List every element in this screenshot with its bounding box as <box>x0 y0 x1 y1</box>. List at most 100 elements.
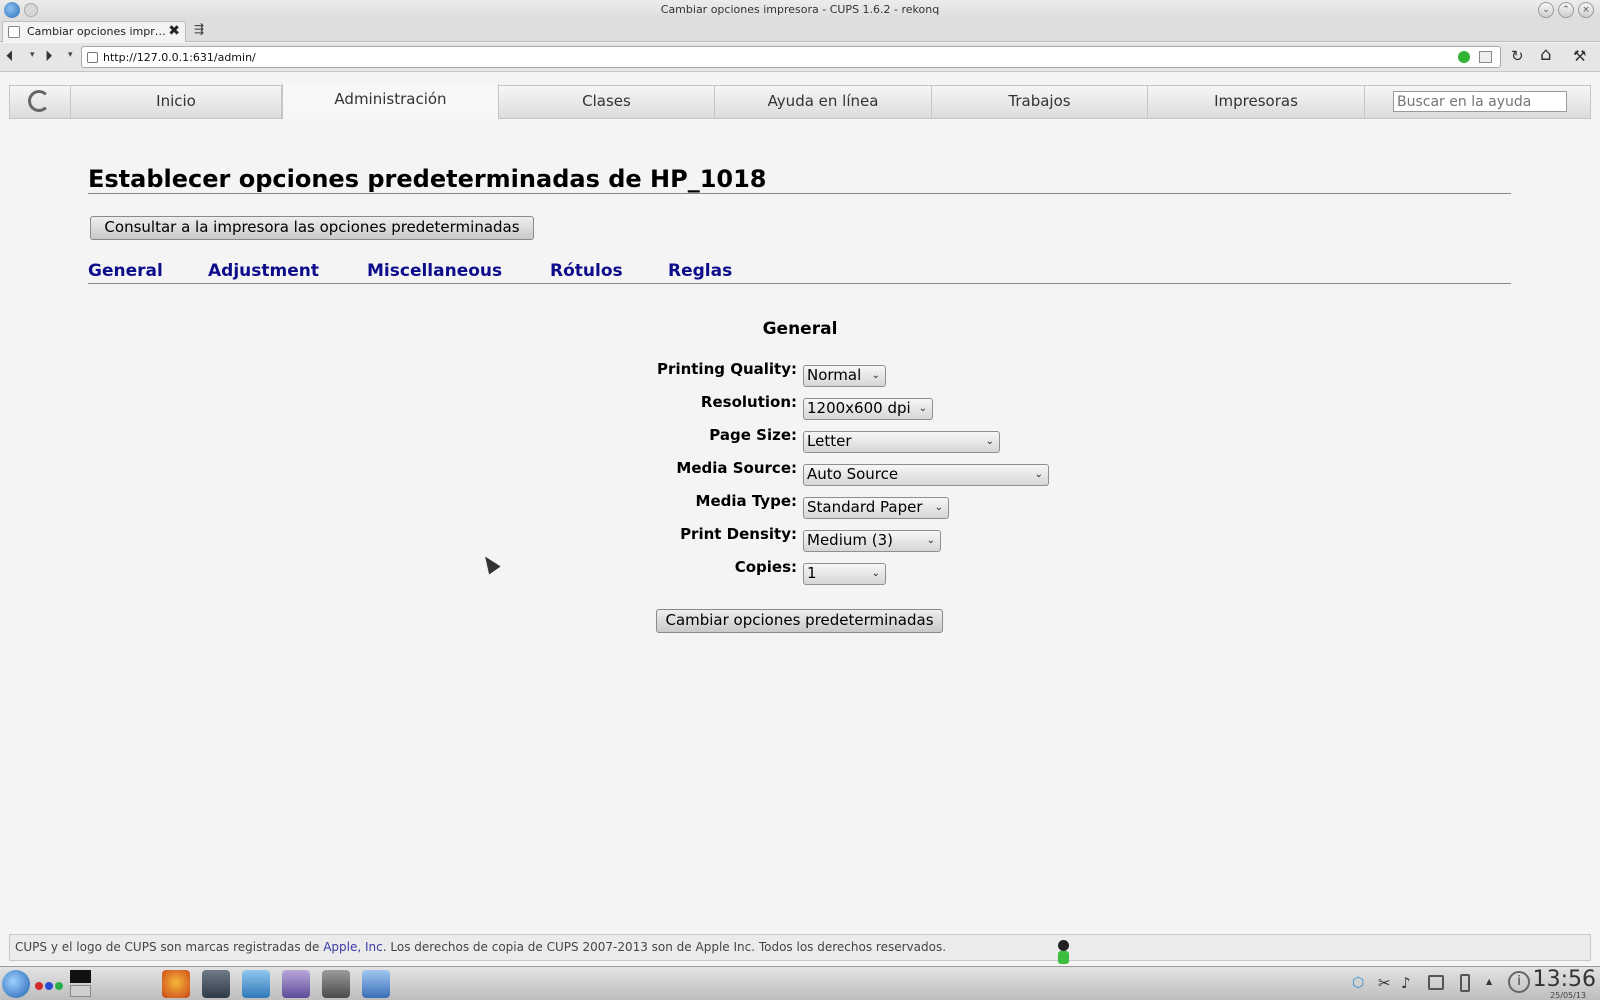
chevron-down-icon: ⌄ <box>934 502 943 513</box>
help-search-input[interactable] <box>1393 91 1567 112</box>
print-density-select[interactable]: Medium (3) ⌄ <box>803 530 941 552</box>
volume-icon[interactable]: ♪ <box>1401 974 1411 992</box>
battery-icon[interactable] <box>1460 974 1470 992</box>
chevron-down-icon: ⌄ <box>871 370 880 381</box>
pager-dot-icon[interactable] <box>35 982 43 990</box>
url-bar[interactable]: http://127.0.0.1:631/admin/ <box>81 46 1501 68</box>
select-value: Normal <box>807 366 862 384</box>
clock-time[interactable]: 13:56 <box>1533 967 1596 992</box>
tools-menu-icon[interactable]: ⚒ <box>1573 47 1586 65</box>
printing-quality-select[interactable]: Normal ⌄ <box>803 365 886 387</box>
footer-text-suffix: . Los derechos de copia de CUPS 2007-201… <box>382 940 947 954</box>
field-label: Printing Quality: <box>657 360 797 378</box>
field-label: Copies: <box>734 558 797 576</box>
page-title: Establecer opciones predeterminadas de H… <box>88 165 767 193</box>
navigation-toolbar: ⏴ ▾ ⏵ ▾ http://127.0.0.1:631/admin/ ↻ ⌂ … <box>0 43 1600 72</box>
section-tab-reglas[interactable]: Reglas <box>668 261 732 281</box>
field-media-source: Media Source: Auto Source ⌄ <box>0 459 1600 489</box>
nav-trabajos[interactable]: Trabajos <box>932 86 1148 118</box>
terminal-icon[interactable] <box>202 970 230 998</box>
mail-icon[interactable] <box>282 970 310 998</box>
change-defaults-button[interactable]: Cambiar opciones predeterminadas <box>656 609 943 633</box>
settings-tool-icon[interactable] <box>322 970 350 998</box>
desktop-pager-icon[interactable] <box>70 985 91 997</box>
media-source-select[interactable]: Auto Source ⌄ <box>803 464 1049 486</box>
field-printing-quality: Printing Quality: Normal ⌄ <box>0 360 1600 390</box>
tray-expand-icon[interactable]: ▲ <box>1486 977 1492 986</box>
chevron-down-icon: ⌄ <box>1034 469 1043 480</box>
pager-dot-icon[interactable] <box>45 982 53 990</box>
nav-clases[interactable]: Clases <box>499 86 715 118</box>
desktop-pet-icon <box>1056 940 1070 966</box>
bookmark-icon[interactable] <box>1479 51 1492 63</box>
field-page-size: Page Size: Letter ⌄ <box>0 426 1600 456</box>
title-divider <box>88 193 1511 194</box>
firefox-icon[interactable] <box>162 970 190 998</box>
forward-history-dropdown-icon[interactable]: ▾ <box>68 50 73 60</box>
network-icon[interactable]: ⬡ <box>1352 975 1364 991</box>
cups-logo[interactable] <box>10 86 71 118</box>
chevron-down-icon: ⌄ <box>926 535 935 546</box>
nav-ayuda-en-linea[interactable]: Ayuda en línea <box>715 86 932 118</box>
printer-icon[interactable] <box>1428 975 1444 990</box>
chevron-down-icon: ⌄ <box>985 436 994 447</box>
close-tab-icon[interactable]: ✖ <box>168 23 180 39</box>
scissors-icon[interactable]: ✂ <box>1378 974 1391 992</box>
browser-tab[interactable]: Cambiar opciones impr… ✖ <box>2 21 186 42</box>
close-window-button[interactable]: × <box>1578 2 1594 18</box>
section-tab-adjustment[interactable]: Adjustment <box>208 261 319 281</box>
query-printer-defaults-button[interactable]: Consultar a la impresora las opciones pr… <box>90 216 534 240</box>
select-value: Standard Paper <box>807 498 923 516</box>
section-tab-general[interactable]: General <box>88 261 163 281</box>
page-size-select[interactable]: Letter ⌄ <box>803 431 1000 453</box>
new-tab-icon[interactable]: ⇶ <box>194 22 204 36</box>
maximize-button[interactable]: ⌃ <box>1558 2 1574 18</box>
forward-icon[interactable]: ⏵ <box>45 47 53 65</box>
nav-administracion[interactable]: Administración <box>282 84 499 119</box>
desktop-pager-icon[interactable] <box>70 970 91 983</box>
select-value: Auto Source <box>807 465 899 483</box>
info-icon[interactable]: i <box>1508 971 1530 993</box>
footer-text-prefix: CUPS y el logo de CUPS son marcas regist… <box>15 940 324 954</box>
page-footer: CUPS y el logo de CUPS son marcas regist… <box>9 934 1591 961</box>
nav-impresoras[interactable]: Impresoras <box>1148 86 1365 118</box>
select-value: Medium (3) <box>807 531 893 549</box>
media-type-select[interactable]: Standard Paper ⌄ <box>803 497 949 519</box>
field-resolution: Resolution: 1200x600 dpi ⌄ <box>0 393 1600 423</box>
section-tab-rotulos[interactable]: Rótulos <box>550 261 623 281</box>
section-tab-miscellaneous[interactable]: Miscellaneous <box>367 261 502 281</box>
site-info-icon[interactable] <box>87 52 98 63</box>
field-media-type: Media Type: Standard Paper ⌄ <box>0 492 1600 522</box>
kde-launcher-icon[interactable] <box>2 970 30 998</box>
dolphin-icon[interactable] <box>242 970 270 998</box>
copies-select[interactable]: 1 ⌄ <box>803 563 886 585</box>
back-history-dropdown-icon[interactable]: ▾ <box>30 50 35 60</box>
rekonq-taskbar-icon[interactable] <box>362 970 390 998</box>
window-titlebar: Cambiar opciones impresora - CUPS 1.6.2 … <box>0 0 1600 20</box>
field-label: Media Type: <box>695 492 797 510</box>
page-favicon-icon <box>8 26 20 38</box>
taskbar: ⬡ ✂ ♪ ▲ i 13:56 25/05/13 <box>0 966 1600 1000</box>
back-icon[interactable]: ⏴ <box>6 47 14 65</box>
pager-dot-icon[interactable] <box>55 982 63 990</box>
browser-tab-bar: Cambiar opciones impr… ✖ ⇶ <box>0 20 1600 42</box>
cups-logo-icon <box>28 90 50 112</box>
apple-link[interactable]: Apple, Inc <box>323 940 383 954</box>
select-value: Letter <box>807 432 852 450</box>
field-label: Print Density: <box>680 525 797 543</box>
form-section-heading: General <box>762 319 838 339</box>
window-title: Cambiar opciones impresora - CUPS 1.6.2 … <box>660 3 940 16</box>
url-text[interactable]: http://127.0.0.1:631/admin/ <box>103 51 256 64</box>
nav-inicio[interactable]: Inicio <box>71 86 282 118</box>
select-value: 1200x600 dpi <box>807 399 911 417</box>
field-label: Resolution: <box>700 393 797 411</box>
rss-feed-icon[interactable] <box>1458 51 1470 63</box>
home-icon[interactable]: ⌂ <box>1540 44 1551 65</box>
field-copies: Copies: 1 ⌄ <box>0 558 1600 588</box>
field-label: Page Size: <box>709 426 797 444</box>
resolution-select[interactable]: 1200x600 dpi ⌄ <box>803 398 933 420</box>
reload-icon[interactable]: ↻ <box>1511 47 1524 65</box>
field-print-density: Print Density: Medium (3) ⌄ <box>0 525 1600 555</box>
chevron-down-icon: ⌄ <box>918 403 927 414</box>
minimize-button[interactable]: ⌄ <box>1538 2 1554 18</box>
